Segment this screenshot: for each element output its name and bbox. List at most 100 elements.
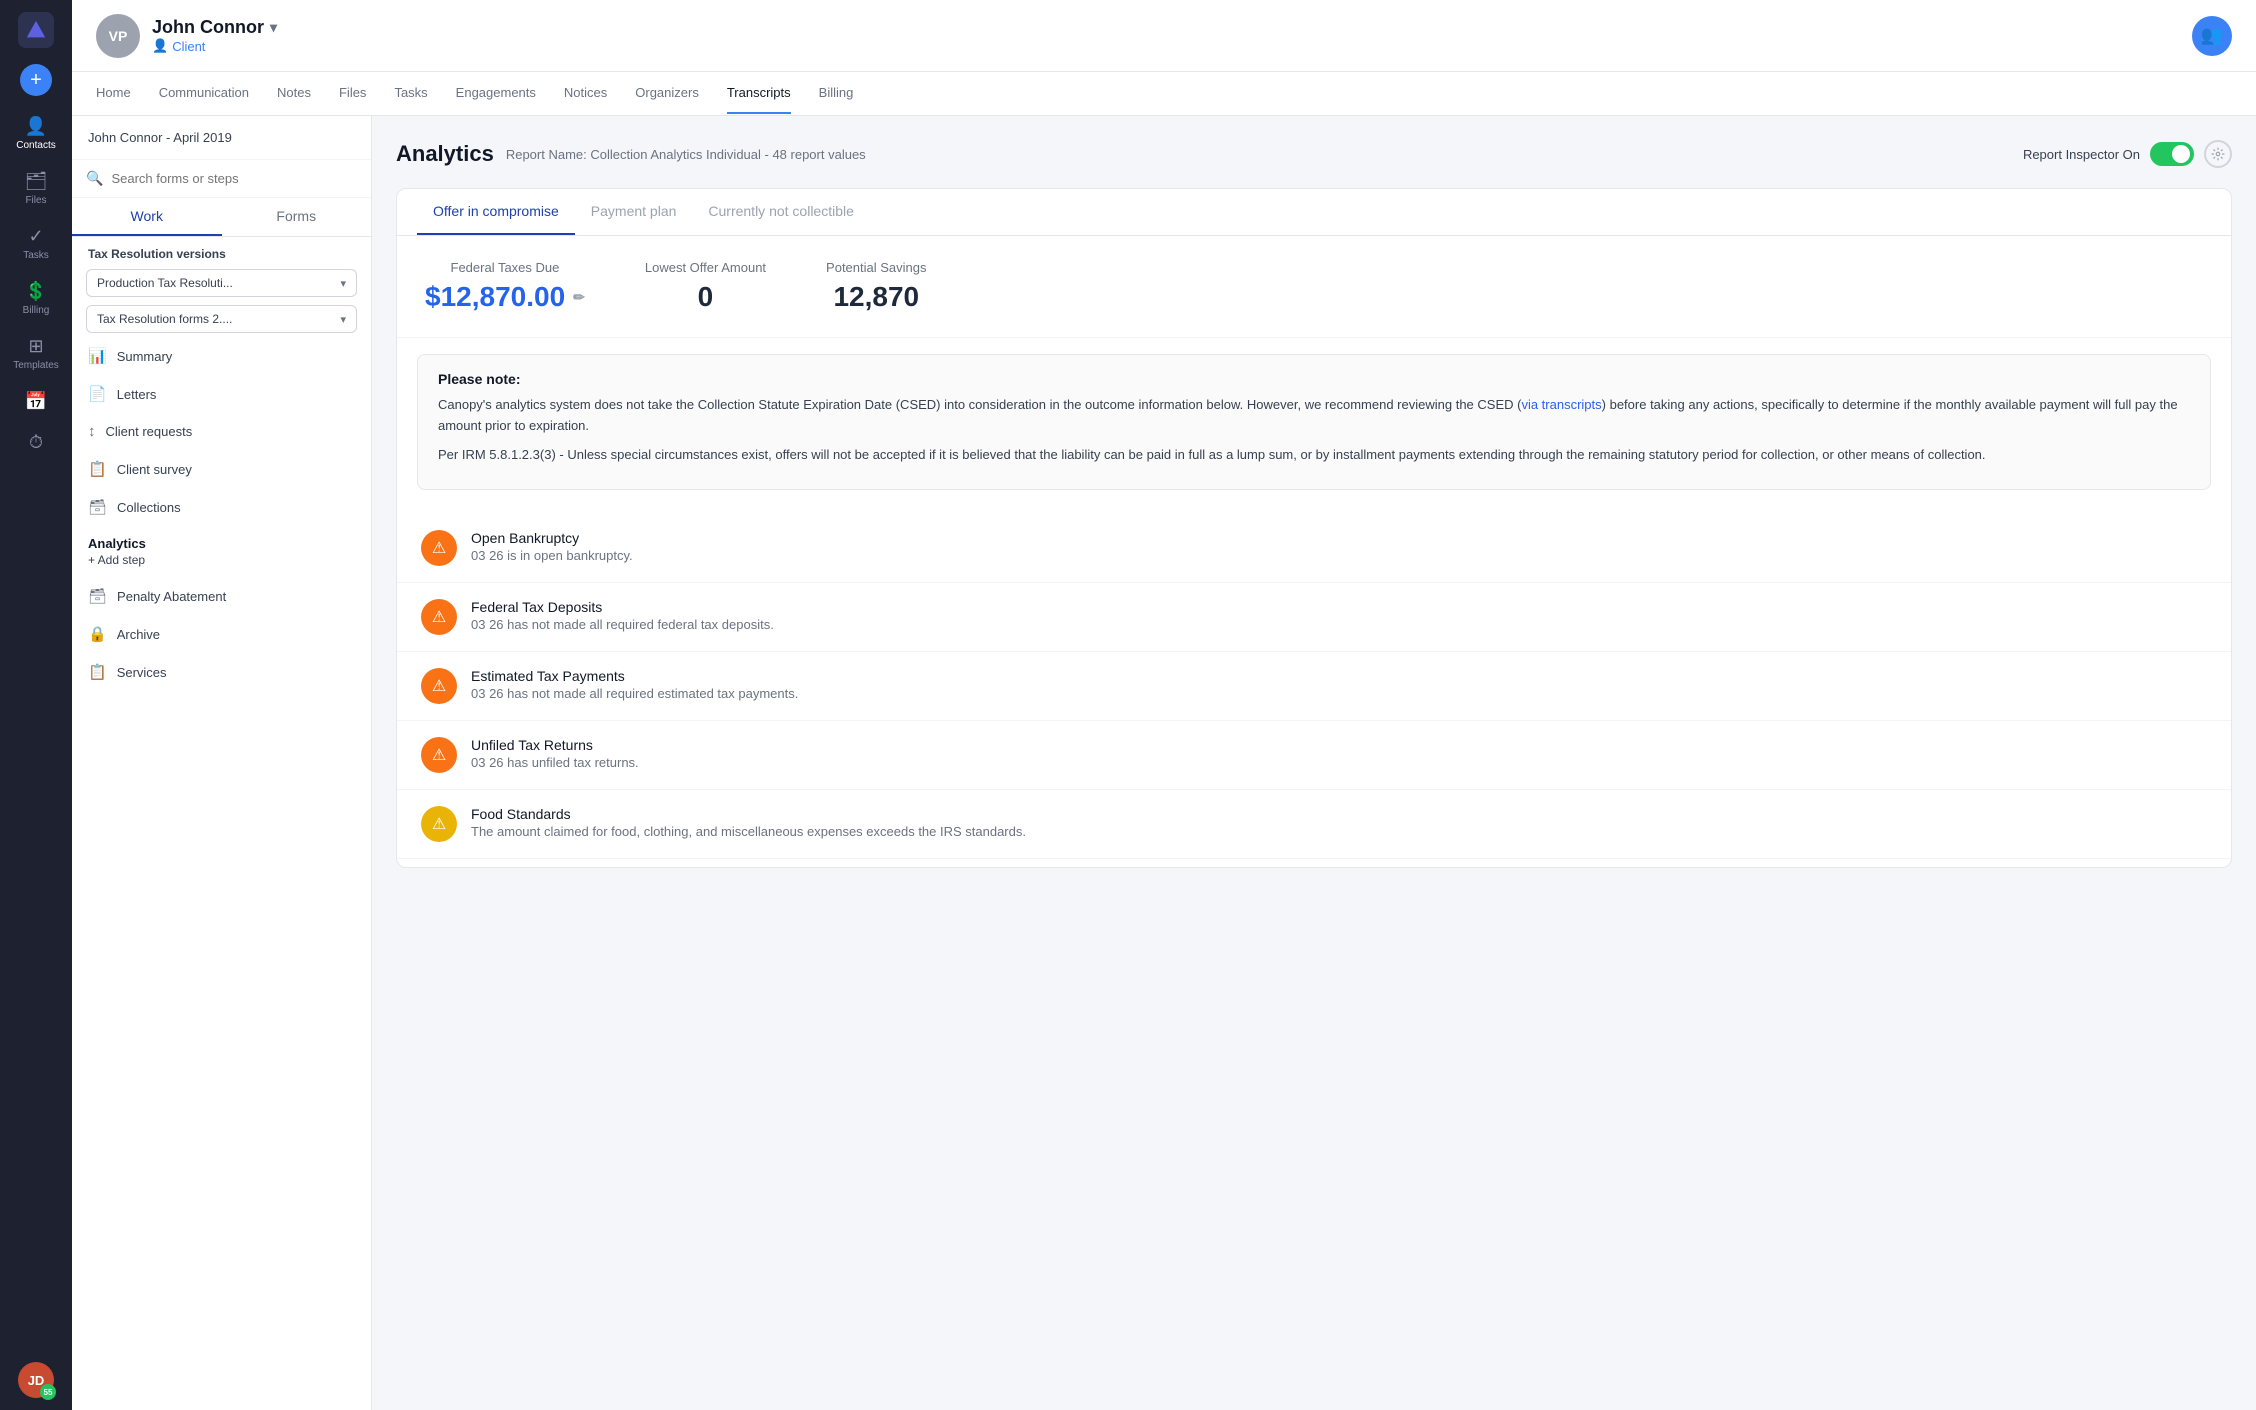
- tab-communication[interactable]: Communication: [159, 73, 249, 114]
- menu-item-services[interactable]: 📋 Services: [72, 653, 371, 691]
- search-input[interactable]: [111, 171, 357, 186]
- unfiled-tax-returns-desc: 03 26 has unfiled tax returns.: [471, 755, 639, 770]
- summary-icon: 📊: [88, 347, 107, 365]
- client-survey-icon: 📋: [88, 460, 107, 478]
- estimated-tax-payments-title: Estimated Tax Payments: [471, 668, 798, 684]
- result-open-bankruptcy: ⚠ Open Bankruptcy 03 26 is in open bankr…: [397, 514, 2231, 583]
- food-standards-content: Food Standards The amount claimed for fo…: [471, 806, 1026, 839]
- settings-icon-button[interactable]: [2204, 140, 2232, 168]
- analytics-header: Analytics Report Name: Collection Analyt…: [396, 140, 2232, 168]
- calendar-icon: 📅: [25, 391, 47, 412]
- contacts-icon: 👤: [25, 116, 47, 137]
- tab-work[interactable]: Work: [72, 198, 222, 236]
- lowest-offer-col: Lowest Offer Amount 0: [645, 260, 766, 313]
- estimated-tax-payments-desc: 03 26 has not made all required estimate…: [471, 686, 798, 701]
- sidebar-search-bar[interactable]: 🔍: [72, 160, 371, 198]
- federal-taxes-col: Federal Taxes Due $12,870.00 ✏: [425, 260, 585, 313]
- tab-notes[interactable]: Notes: [277, 73, 311, 114]
- tab-forms[interactable]: Forms: [222, 198, 372, 236]
- transcripts-link[interactable]: via transcripts: [1521, 397, 1601, 412]
- sidebar-item-timer[interactable]: ⏱: [0, 424, 72, 461]
- role-icon: 👤: [152, 38, 168, 54]
- lowest-offer-value: 0: [698, 281, 714, 313]
- sidebar-item-templates[interactable]: ⊞ Templates: [0, 328, 72, 379]
- result-food-standards: ⚠ Food Standards The amount claimed for …: [397, 790, 2231, 859]
- user-avatar: VP: [96, 14, 140, 58]
- potential-savings-value: 12,870: [833, 281, 919, 313]
- billing-icon: 💲: [25, 281, 47, 302]
- summary-row: Federal Taxes Due $12,870.00 ✏ Lowest Of…: [397, 236, 2231, 338]
- note-title: Please note:: [438, 371, 2190, 387]
- analytics-section: Analytics + Add step: [72, 526, 371, 577]
- menu-item-archive[interactable]: 🔒 Archive: [72, 615, 371, 653]
- user-info: John Connor ▾ 👤 Client: [152, 17, 277, 54]
- people-icon-button[interactable]: 👥: [2192, 16, 2232, 56]
- menu-item-letters[interactable]: 📄 Letters: [72, 375, 371, 413]
- nav-user-avatar[interactable]: JD 55: [18, 1362, 54, 1398]
- potential-savings-col: Potential Savings 12,870: [826, 260, 926, 313]
- open-bankruptcy-title: Open Bankruptcy: [471, 530, 633, 546]
- collections-icon: 🗃: [88, 498, 107, 516]
- sidebar-item-contacts[interactable]: 👤 Contacts: [0, 108, 72, 159]
- sidebar-item-calendar[interactable]: 📅: [0, 383, 72, 420]
- unfiled-tax-returns-content: Unfiled Tax Returns 03 26 has unfiled ta…: [471, 737, 639, 770]
- search-icon: 🔍: [86, 170, 103, 187]
- result-estimated-tax-payments: ⚠ Estimated Tax Payments 03 26 has not m…: [397, 652, 2231, 721]
- result-federal-tax-deposits: ⚠ Federal Tax Deposits 03 26 has not mad…: [397, 583, 2231, 652]
- menu-item-client-requests[interactable]: ↕ Client requests: [72, 413, 371, 450]
- card-tabs: Offer in compromise Payment plan Current…: [397, 189, 2231, 236]
- tab-home[interactable]: Home: [96, 73, 131, 114]
- menu-item-summary[interactable]: 📊 Summary: [72, 337, 371, 375]
- files-icon: 🗂: [25, 171, 48, 192]
- sidebar-item-tasks[interactable]: ✓ Tasks: [0, 218, 72, 269]
- sub-nav: Home Communication Notes Files Tasks Eng…: [72, 72, 2256, 116]
- tab-tasks[interactable]: Tasks: [394, 73, 427, 114]
- analytics-report-name: Report Name: Collection Analytics Indivi…: [506, 147, 866, 162]
- menu-item-client-survey[interactable]: 📋 Client survey: [72, 450, 371, 488]
- client-requests-icon: ↕: [88, 423, 96, 440]
- add-step-button[interactable]: + Add step: [88, 551, 355, 575]
- tab-engagements[interactable]: Engagements: [456, 73, 536, 114]
- report-inspector-toggle[interactable]: [2150, 142, 2194, 166]
- letters-icon: 📄: [88, 385, 107, 403]
- open-bankruptcy-icon: ⚠: [421, 530, 457, 566]
- lowest-offer-label: Lowest Offer Amount: [645, 260, 766, 275]
- tab-transcripts[interactable]: Transcripts: [727, 73, 791, 114]
- chevron-down-icon-2: ▾: [340, 313, 346, 326]
- tab-payment-plan[interactable]: Payment plan: [575, 189, 693, 235]
- sidebar-item-files[interactable]: 🗂 Files: [0, 163, 72, 214]
- version-dropdown-2[interactable]: Tax Resolution forms 2.... ▾: [86, 305, 357, 333]
- sidebar-item-billing[interactable]: 💲 Billing: [0, 273, 72, 324]
- tab-currently-not-collectible[interactable]: Currently not collectible: [692, 189, 870, 235]
- version-dropdown-1[interactable]: Production Tax Resoluti... ▾: [86, 269, 357, 297]
- body-layout: John Connor - April 2019 🔍 Work Forms Ta…: [72, 116, 2256, 1410]
- edit-icon[interactable]: ✏: [573, 289, 585, 306]
- tab-organizers[interactable]: Organizers: [635, 73, 699, 114]
- menu-item-penalty-abatement[interactable]: 🗃 Penalty Abatement: [72, 577, 371, 615]
- app-logo[interactable]: [18, 12, 54, 48]
- note-text-1: Canopy's analytics system does not take …: [438, 395, 2190, 437]
- tab-offer-in-compromise[interactable]: Offer in compromise: [417, 189, 575, 235]
- files-label: Files: [25, 195, 46, 206]
- tasks-icon: ✓: [28, 226, 43, 247]
- potential-savings-label: Potential Savings: [826, 260, 926, 275]
- sidebar-tabs: Work Forms: [72, 198, 371, 237]
- app-nav: + 👤 Contacts 🗂 Files ✓ Tasks 💲 Billing ⊞…: [0, 0, 72, 1410]
- role-label: Client: [172, 39, 205, 54]
- top-header: VP John Connor ▾ 👤 Client 👥: [72, 0, 2256, 72]
- nav-add-button[interactable]: +: [20, 64, 52, 96]
- federal-taxes-value: $12,870.00 ✏: [425, 281, 585, 313]
- tab-billing[interactable]: Billing: [819, 73, 854, 114]
- analytics-card: Offer in compromise Payment plan Current…: [396, 188, 2232, 868]
- menu-item-collections[interactable]: 🗃 Collections: [72, 488, 371, 526]
- note-box: Please note: Canopy's analytics system d…: [417, 354, 2211, 490]
- food-standards-title: Food Standards: [471, 806, 1026, 822]
- tab-files[interactable]: Files: [339, 73, 366, 114]
- tab-notices[interactable]: Notices: [564, 73, 607, 114]
- sidebar-client-header: John Connor - April 2019: [72, 116, 371, 160]
- main-content: Analytics Report Name: Collection Analyt…: [372, 116, 2256, 1410]
- unfiled-tax-returns-title: Unfiled Tax Returns: [471, 737, 639, 753]
- user-role[interactable]: 👤 Client: [152, 38, 277, 54]
- user-name[interactable]: John Connor ▾: [152, 17, 277, 38]
- billing-label: Billing: [23, 305, 50, 316]
